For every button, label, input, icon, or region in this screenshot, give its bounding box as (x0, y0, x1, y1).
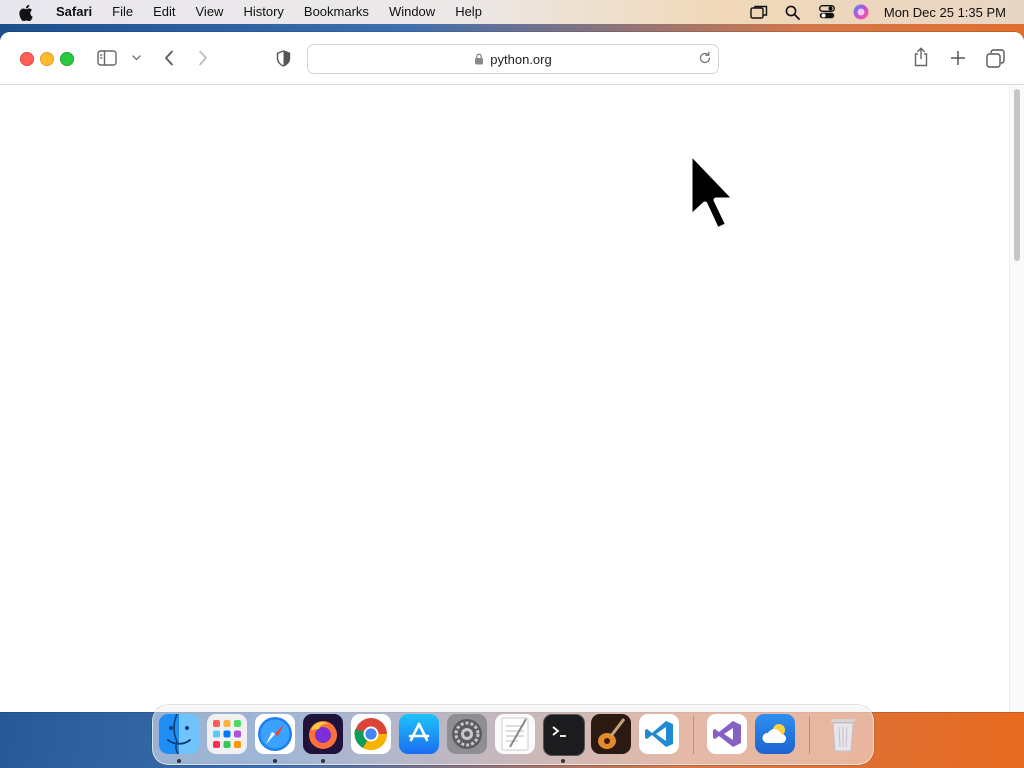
terminal-running-indicator (561, 759, 565, 763)
weather-icon[interactable] (755, 714, 795, 754)
menu-bar: Safari File Edit View History Bookmarks … (0, 0, 1024, 24)
menu-window[interactable]: Window (379, 0, 445, 24)
safari-running-indicator (273, 759, 277, 763)
scrollbar-thumb[interactable] (1014, 89, 1020, 261)
menu-edit[interactable]: Edit (143, 0, 185, 24)
browser-toolbar: python.org (0, 32, 1024, 85)
menu-file[interactable]: File (102, 0, 143, 24)
spotlight-search-icon[interactable] (776, 0, 810, 24)
minimize-window-button[interactable] (40, 52, 54, 66)
close-window-button[interactable] (20, 52, 34, 66)
menu-bar-status-area: Mon Dec 25 1:35 PM (742, 0, 1006, 24)
finder-icon[interactable] (159, 714, 199, 754)
control-center-icon[interactable] (810, 0, 844, 24)
app-store-icon[interactable] (399, 714, 439, 754)
maximize-window-button[interactable] (60, 52, 74, 66)
address-bar[interactable]: python.org (307, 44, 719, 74)
forward-icon[interactable] (194, 48, 212, 68)
back-icon[interactable] (160, 48, 178, 68)
web-content-area[interactable] (0, 85, 1010, 712)
dock-separator (693, 716, 694, 754)
lock-icon (474, 53, 484, 65)
new-tab-icon[interactable] (947, 47, 969, 69)
vscode-icon[interactable] (639, 714, 679, 754)
safari-app-icon[interactable] (255, 714, 295, 754)
sidebar-icon[interactable] (96, 48, 118, 68)
dock (152, 705, 874, 765)
siri-icon[interactable] (844, 0, 878, 24)
tab-overview-icon[interactable] (984, 47, 1006, 69)
menu-view[interactable]: View (186, 0, 234, 24)
textedit-icon[interactable] (495, 714, 535, 754)
menu-history[interactable]: History (233, 0, 293, 24)
mouse-cursor-icon (684, 148, 744, 239)
menu-safari[interactable]: Safari (46, 0, 102, 24)
share-icon[interactable] (910, 46, 932, 68)
system-settings-icon[interactable] (447, 714, 487, 754)
vertical-scrollbar[interactable] (1009, 85, 1024, 712)
screen-mirror-icon[interactable] (742, 0, 776, 24)
dock-separator (809, 716, 810, 754)
privacy-shield-icon[interactable] (273, 48, 293, 68)
garageband-icon[interactable] (591, 714, 631, 754)
safari-window: python.org (0, 32, 1024, 712)
address-bar-url: python.org (490, 51, 552, 67)
terminal-icon[interactable] (543, 714, 585, 756)
chrome-icon[interactable] (351, 714, 391, 754)
menu-help[interactable]: Help (445, 0, 492, 24)
launchpad-icon[interactable] (207, 714, 247, 754)
apple-menu-icon[interactable] (18, 4, 34, 21)
firefox-running-indicator (321, 759, 325, 763)
menu-bar-clock[interactable]: Mon Dec 25 1:35 PM (884, 5, 1006, 20)
firefox-icon[interactable] (303, 714, 343, 754)
trash-icon[interactable] (823, 714, 863, 754)
chevron-down-icon[interactable] (130, 52, 142, 64)
visual-studio-icon[interactable] (707, 714, 747, 754)
reload-icon[interactable] (698, 51, 712, 65)
finder-running-indicator (177, 759, 181, 763)
menu-bookmarks[interactable]: Bookmarks (294, 0, 379, 24)
